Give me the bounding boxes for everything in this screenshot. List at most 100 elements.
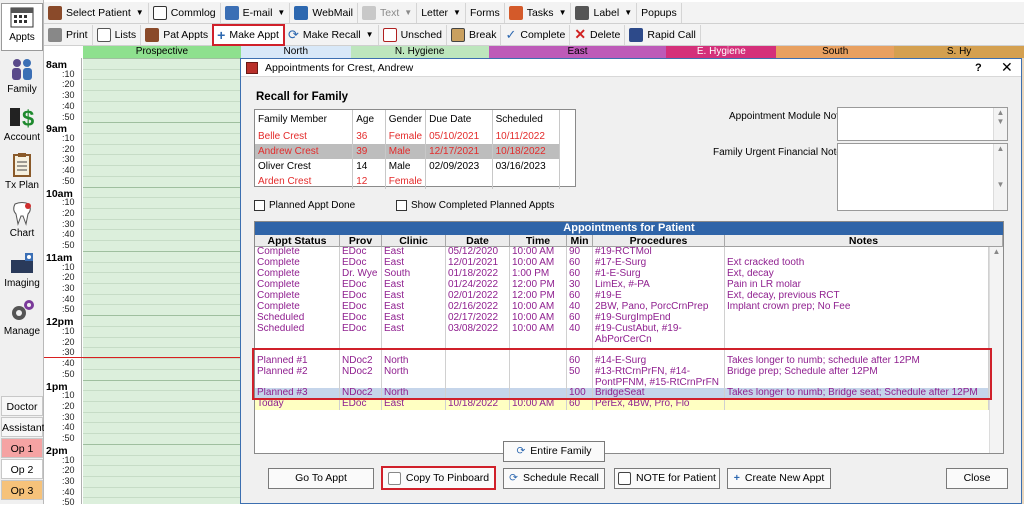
urgent-note-textarea[interactable]: ▲ ▼ xyxy=(837,143,1008,211)
grid-cell: PerEx, 4BW, Pro, Flo xyxy=(593,399,725,410)
cell: 03/16/2023 xyxy=(492,159,561,174)
minute-label: :50 xyxy=(62,368,75,379)
appt-row[interactable]: Complete Dr. Wye South 01/18/2022 1:00 PM 60 #… xyxy=(255,269,989,280)
op2-button[interactable]: Op 2 xyxy=(1,459,43,479)
pat-appts-button[interactable]: Pat Appts xyxy=(141,24,214,45)
help-button[interactable]: ? xyxy=(975,62,982,74)
module-manage[interactable]: Manage xyxy=(1,298,43,342)
module-note-textarea[interactable]: ▲ ▼ xyxy=(837,107,1008,141)
recall-row[interactable]: Oliver Crest 14 Male 02/09/2023 03/16/2023 xyxy=(255,159,561,174)
op-header-ehygiene[interactable]: E. Hygiene xyxy=(666,46,777,58)
email-button[interactable]: E-mail ▼ xyxy=(221,2,291,23)
chevron-down-icon[interactable]: ▼ xyxy=(366,30,374,39)
popups-button[interactable]: Popups xyxy=(637,2,682,23)
col-header-date[interactable]: Date xyxy=(446,235,510,247)
go-to-appt-button[interactable]: Go To Appt xyxy=(268,468,374,489)
close-button[interactable]: Close xyxy=(946,468,1008,489)
create-new-appt-button[interactable]: + Create New Appt xyxy=(727,468,831,489)
show-completed-checkbox[interactable] xyxy=(396,200,407,211)
op-header-south[interactable]: South xyxy=(776,46,895,58)
schedule-grid[interactable] xyxy=(83,58,241,504)
close-icon[interactable]: ✕ xyxy=(1001,59,1013,76)
tasks-button[interactable]: Tasks ▼ xyxy=(505,2,572,23)
delete-button[interactable]: ✕ Delete xyxy=(570,24,626,45)
complete-button[interactable]: ✓ Complete xyxy=(501,24,571,45)
op-header-nhygiene[interactable]: N. Hygiene xyxy=(350,46,489,58)
col-header-notes[interactable]: Notes xyxy=(725,235,1003,247)
col-header[interactable]: Scheduled xyxy=(492,110,561,129)
op1-button[interactable]: Op 1 xyxy=(1,438,43,458)
chevron-down-icon[interactable]: ▼ xyxy=(277,8,285,17)
appt-row[interactable]: Complete EDoc East 01/24/2022 12:00 PM 30 LimE… xyxy=(255,280,989,291)
scrollbar[interactable]: ▲ ▼ xyxy=(993,144,1007,210)
appt-row[interactable]: Complete EDoc East 02/16/2022 10:00 AM 40 2BW,… xyxy=(255,302,989,313)
op3-button[interactable]: Op 3 xyxy=(1,480,43,500)
break-button[interactable]: Break xyxy=(447,24,502,45)
module-account[interactable]: $ Account xyxy=(1,104,43,148)
grid-cell: 10:00 AM xyxy=(510,313,567,324)
col-header[interactable]: Family Member xyxy=(255,110,354,129)
cell: 05/10/2021 xyxy=(425,129,493,144)
select-patient-button[interactable]: Select Patient ▼ xyxy=(44,2,149,23)
text-button[interactable]: Text ▼ xyxy=(358,2,418,23)
commlog-button[interactable]: Commlog xyxy=(149,2,221,23)
label-button[interactable]: Label ▼ xyxy=(571,2,638,23)
assistant-button[interactable]: Assistant xyxy=(1,417,45,437)
recall-table[interactable]: Family Member Age Gender Due Date Schedu… xyxy=(254,109,576,189)
module-chart[interactable]: Chart xyxy=(1,200,43,244)
op-header-east[interactable]: East xyxy=(488,46,667,58)
make-appt-button[interactable]: + Make Appt xyxy=(212,23,285,46)
chevron-down-icon[interactable]: ▼ xyxy=(136,8,144,17)
minute-label: :10 xyxy=(62,261,75,272)
minute-label: :50 xyxy=(62,497,75,507)
forms-button[interactable]: Forms xyxy=(466,2,505,23)
appt-row[interactable]: Today EDoc East 10/18/2022 10:00 AM 60 PerEx, … xyxy=(255,399,989,410)
print-button[interactable]: Print xyxy=(44,24,93,45)
planned-done-checkbox[interactable] xyxy=(254,200,265,211)
col-header-time[interactable]: Time xyxy=(510,235,567,247)
letter-button[interactable]: Letter ▼ xyxy=(417,2,466,23)
minute-label: :10 xyxy=(62,454,75,465)
appt-row[interactable]: Complete EDoc East 12/01/2021 10:00 AM 60 #17-… xyxy=(255,258,989,269)
col-header-min[interactable]: Min xyxy=(567,235,593,247)
unsched-button[interactable]: Unsched xyxy=(379,24,448,45)
appointments-grid: Appointments for Patient Appt Status Pro… xyxy=(254,221,1004,454)
grid-cell: #19-CustAbut, #19-AbPorCerCn xyxy=(593,324,725,345)
recall-row[interactable]: Belle Crest 36 Female 05/10/2021 10/11/2022 xyxy=(255,129,561,144)
op-header-north[interactable]: North xyxy=(240,46,351,58)
module-imaging[interactable]: Imaging xyxy=(1,250,43,294)
recall-row[interactable]: Arden Crest 12 Female xyxy=(255,174,561,189)
appt-row[interactable]: Complete EDoc East 05/12/2020 10:00 AM 90 #19-… xyxy=(255,247,989,258)
webmail-button[interactable]: WebMail xyxy=(290,2,358,23)
rapid-call-button[interactable]: Rapid Call xyxy=(625,24,701,45)
op-header-shygiene[interactable]: S. Hy xyxy=(894,46,1024,58)
make-recall-button[interactable]: ⟳ Make Recall ▼ xyxy=(284,24,379,45)
op-header-prospective[interactable]: Prospective xyxy=(83,46,241,58)
module-appts[interactable]: Appts xyxy=(1,3,43,51)
chevron-down-icon[interactable]: ▼ xyxy=(453,8,461,17)
col-header[interactable]: Age xyxy=(352,110,386,129)
col-header-status[interactable]: Appt Status xyxy=(255,235,340,247)
col-header-clinic[interactable]: Clinic xyxy=(382,235,446,247)
scrollbar[interactable]: ▲ ▼ xyxy=(993,108,1007,140)
chevron-down-icon[interactable]: ▼ xyxy=(404,8,412,17)
col-header-procedures[interactable]: Procedures xyxy=(593,235,725,247)
minute-label: :50 xyxy=(62,304,75,315)
note-for-patient-button[interactable]: NOTE for Patient xyxy=(614,468,720,489)
schedule-recall-button[interactable]: ⟳ Schedule Recall xyxy=(503,468,605,489)
chevron-down-icon[interactable]: ▼ xyxy=(624,8,632,17)
col-header-prov[interactable]: Prov xyxy=(340,235,382,247)
chevron-down-icon[interactable]: ▼ xyxy=(559,8,567,17)
lists-button[interactable]: Lists xyxy=(93,24,142,45)
col-header[interactable]: Due Date xyxy=(425,110,493,129)
appt-row[interactable]: Scheduled EDoc East 02/17/2022 10:00 AM 60 #19… xyxy=(255,313,989,324)
doctor-button[interactable]: Doctor xyxy=(1,396,43,416)
entire-family-button[interactable]: ⟳ Entire Family xyxy=(503,441,605,462)
appt-row[interactable]: Complete EDoc East 02/01/2022 12:00 PM 60 #19-… xyxy=(255,291,989,302)
appt-row[interactable]: Scheduled EDoc East 03/08/2022 10:00 AM 40 #19… xyxy=(255,324,989,345)
module-family[interactable]: Family xyxy=(1,56,43,100)
copy-to-pinboard-button[interactable]: Copy To Pinboard xyxy=(381,466,496,490)
module-txplan[interactable]: Tx Plan xyxy=(1,152,43,196)
col-header[interactable]: Gender xyxy=(385,110,427,129)
recall-row-selected[interactable]: Andrew Crest 39 Male 12/17/2021 10/18/2022 xyxy=(255,144,561,159)
